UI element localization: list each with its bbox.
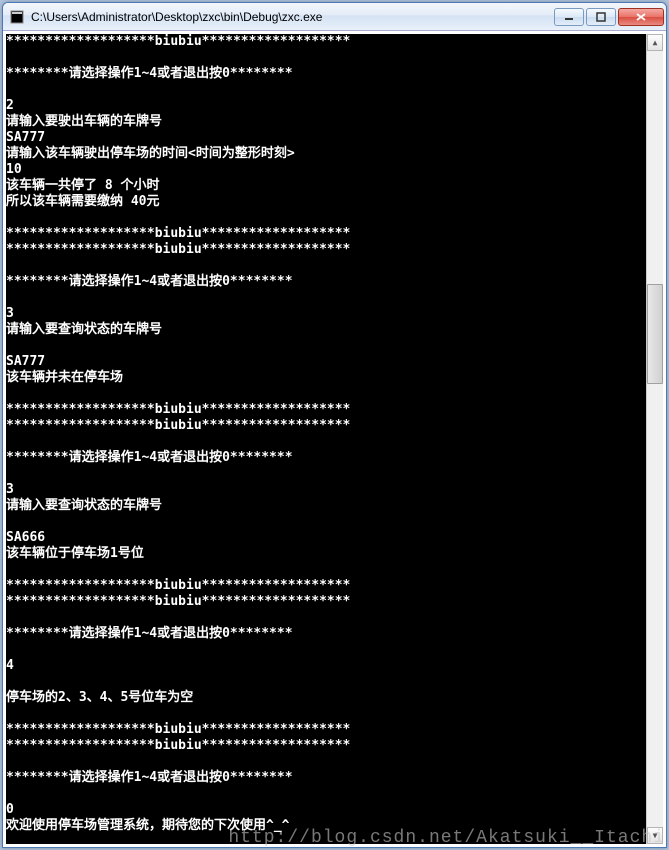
app-icon: [9, 9, 25, 25]
window-buttons: [554, 8, 664, 26]
scroll-down-button[interactable]: ▼: [647, 827, 663, 844]
maximize-button[interactable]: [586, 8, 616, 26]
titlebar[interactable]: C:\Users\Administrator\Desktop\zxc\bin\D…: [3, 3, 666, 31]
scroll-thumb[interactable]: [647, 284, 663, 384]
window-title: C:\Users\Administrator\Desktop\zxc\bin\D…: [31, 10, 554, 24]
scroll-track[interactable]: [647, 51, 663, 827]
app-window: C:\Users\Administrator\Desktop\zxc\bin\D…: [2, 2, 667, 848]
vertical-scrollbar[interactable]: ▲ ▼: [646, 34, 663, 844]
minimize-button[interactable]: [554, 8, 584, 26]
console-output: *******************biubiu***************…: [6, 34, 646, 844]
close-button[interactable]: [618, 8, 664, 26]
client-area: *******************biubiu***************…: [6, 34, 663, 844]
scroll-up-button[interactable]: ▲: [647, 34, 663, 51]
